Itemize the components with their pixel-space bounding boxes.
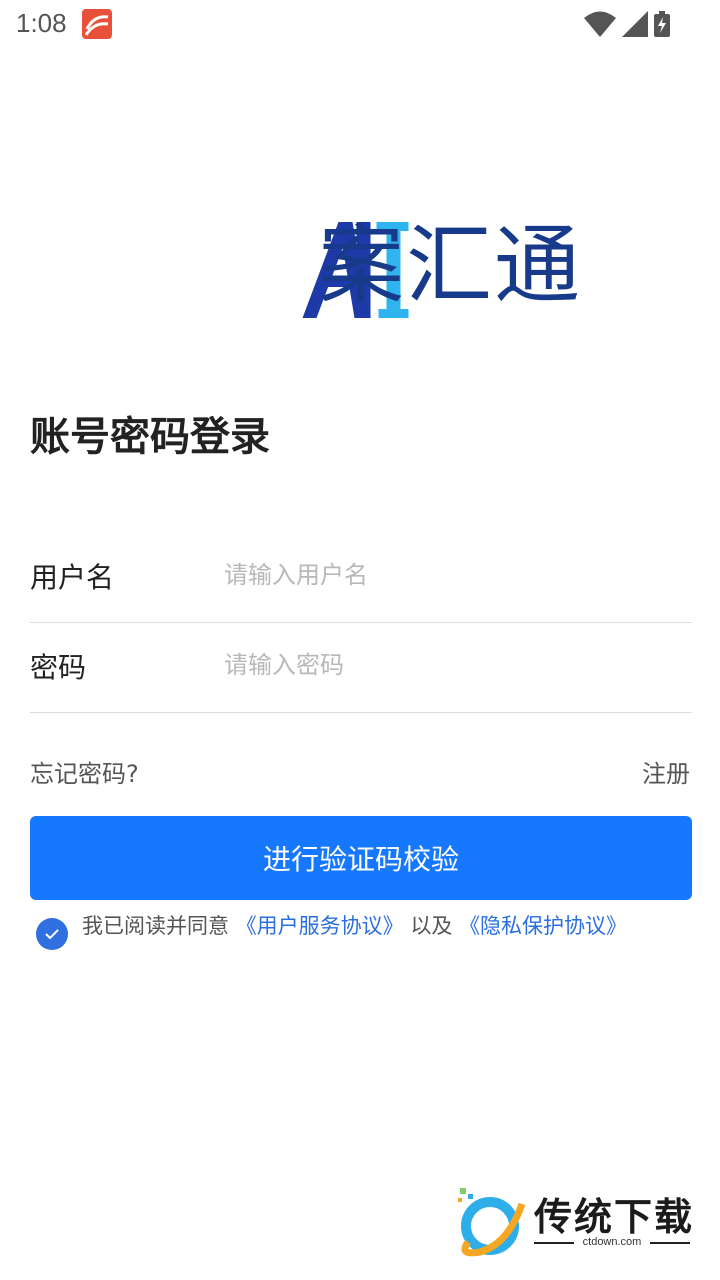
password-input[interactable] (222, 644, 686, 686)
user-agreement-link[interactable]: 《用户服务协议》 (236, 914, 404, 938)
agreement-prefix: 我已阅读并同意 (82, 914, 229, 938)
check-icon (45, 929, 59, 940)
agreement-text: 我已阅读并同意 《用户服务协议》 以及 《隐私保护协议》 (82, 912, 627, 940)
privacy-policy-link[interactable]: 《隐私保护协议》 (459, 914, 627, 938)
username-label: 用户名 (30, 561, 115, 594)
battery-charging-icon (654, 11, 670, 37)
watermark-logo-icon (458, 1188, 526, 1257)
password-row: 密码 (30, 622, 692, 713)
page-title: 账号密码登录 (30, 414, 270, 460)
password-label: 密码 (30, 651, 87, 684)
wifi-icon (584, 11, 616, 37)
news-app-icon (82, 9, 112, 39)
forgot-password-link[interactable]: 忘记密码? (30, 754, 139, 789)
watermark-line-right (650, 1242, 690, 1244)
verify-code-button[interactable]: 进行验证码校验 (30, 816, 692, 900)
agreement-row: 我已阅读并同意 《用户服务协议》 以及 《隐私保护协议》 (36, 912, 696, 952)
agreement-checkbox[interactable] (36, 918, 68, 950)
username-row: 用户名 (30, 532, 692, 623)
status-icons (584, 11, 670, 37)
agreement-separator: 以及 (410, 914, 453, 938)
status-time: 1:08 (16, 8, 67, 38)
register-link[interactable]: 注册 (642, 754, 690, 789)
watermark: 传统下载 ctdown.com (450, 1184, 700, 1264)
watermark-name: 传统下载 (534, 1195, 695, 1239)
app-logo-text: 案汇通 (318, 216, 582, 316)
status-bar: 1:08 (0, 0, 720, 50)
signal-icon (622, 11, 648, 37)
username-input[interactable] (222, 554, 686, 596)
